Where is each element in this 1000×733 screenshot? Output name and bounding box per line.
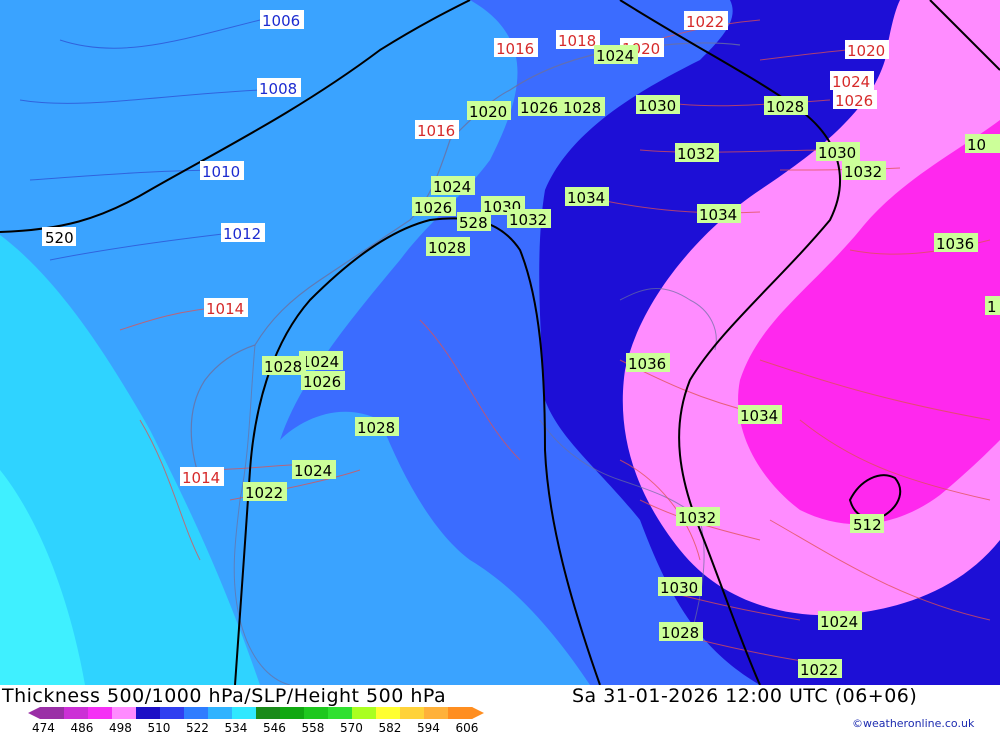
scale-swatch (352, 707, 377, 719)
scale-swatch (184, 707, 209, 719)
isobar-label: 1028 (661, 624, 699, 642)
scale-tick-label: 546 (263, 721, 286, 733)
scale-tick-label: 582 (379, 721, 402, 733)
credit-text: ©weatheronline.co.uk (852, 717, 975, 730)
isobar-label: 1034 (740, 407, 778, 425)
scale-swatch (208, 707, 233, 719)
scale-swatch (328, 707, 353, 719)
scale-tick-label: 486 (71, 721, 94, 733)
weather-map: 1006 1008 1010 1012 1014 1014 1016 1018 … (0, 0, 1000, 685)
isobar-label: 1026 (414, 199, 452, 217)
isobar-label: 1036 (936, 235, 974, 253)
scale-tick-label: 474 (32, 721, 55, 733)
valid-time: Sa 31-01-2026 12:00 UTC (06+06) (572, 685, 918, 707)
isobar-label: 1024 (301, 353, 339, 371)
isobar-label: 1006 (262, 12, 300, 30)
scale-swatch (376, 707, 401, 719)
isobar-label: 1022 (245, 484, 283, 502)
isobar-label: 1036 (628, 355, 666, 373)
isobar-label: 1010 (202, 163, 240, 181)
isobar-label: 1024 (294, 462, 332, 480)
scale-swatch (280, 707, 305, 719)
isobar-label: 1030 (660, 579, 698, 597)
scale-tick-label: 606 (456, 721, 479, 733)
scale-tick-label: 498 (109, 721, 132, 733)
scale-swatch (424, 707, 449, 719)
isobar-label: 1020 (847, 42, 885, 60)
scale-swatch (136, 707, 161, 719)
scale-tick-label: 570 (340, 721, 363, 733)
scale-tick-label: 522 (186, 721, 209, 733)
isobar-label: 1016 (417, 122, 455, 140)
isobar-label: 1026 (835, 92, 873, 110)
scale-swatch (88, 707, 113, 719)
isobar-label: 1024 (433, 178, 471, 196)
isobar-label: 1028 (357, 419, 395, 437)
height-label-528: 528 (459, 214, 488, 232)
map-footer: Thickness 500/1000 hPa/SLP/Height 500 hP… (0, 685, 1000, 733)
isobar-label: 1024 (820, 613, 858, 631)
isobar-label: 1020 (469, 103, 507, 121)
scale-swatch (64, 707, 89, 719)
isobar-label: 1024 (596, 47, 634, 65)
isobar-label: 1028 (428, 239, 466, 257)
scale-swatch (40, 707, 65, 719)
isobar-label: 1014 (182, 469, 220, 487)
scale-tick-label: 558 (302, 721, 325, 733)
isobar-label: 1008 (259, 80, 297, 98)
scale-swatch (448, 707, 473, 719)
scale-swatch (256, 707, 281, 719)
isobar-label: 1032 (677, 145, 715, 163)
color-scale: 474 486 498 510 522 534 546 558 570 582 594 606 (28, 707, 484, 733)
isobar-label: 1026 (303, 373, 341, 391)
isobar-label: 10 (967, 136, 986, 154)
isobar-label: 1 (987, 298, 997, 316)
scale-left-arrow (28, 707, 40, 719)
scale-swatch (400, 707, 425, 719)
scale-right-arrow (472, 707, 484, 719)
isobar-label: 1024 (832, 73, 870, 91)
isobar-label: 1030 (818, 144, 856, 162)
isobar-label: 1034 (699, 206, 737, 224)
isobar-label: 1028 (563, 99, 601, 117)
isobar-label: 1022 (800, 661, 838, 679)
scale-swatch (304, 707, 329, 719)
isobar-label: 1018 (558, 32, 596, 50)
scale-swatch (232, 707, 257, 719)
scale-tick-label: 534 (225, 721, 248, 733)
isobar-label: 1022 (686, 13, 724, 31)
scale-swatch (160, 707, 185, 719)
height-label-520: 520 (45, 229, 74, 247)
isobar-label: 1016 (496, 40, 534, 58)
scale-tick-label: 594 (417, 721, 440, 733)
isobar-label: 1028 (766, 98, 804, 116)
isobar-label: 1032 (678, 509, 716, 527)
scale-tick-label: 510 (148, 721, 171, 733)
isobar-label: 1030 (638, 97, 676, 115)
isobar-label: 1032 (509, 211, 547, 229)
isobar-label: 1012 (223, 225, 261, 243)
isobar-label: 1028 (264, 358, 302, 376)
height-label-512: 512 (853, 516, 882, 534)
isobar-label: 1026 (520, 99, 558, 117)
isobar-label: 1032 (844, 163, 882, 181)
isobar-label: 1014 (206, 300, 244, 318)
scale-swatch (112, 707, 137, 719)
isobar-label: 1034 (567, 189, 605, 207)
